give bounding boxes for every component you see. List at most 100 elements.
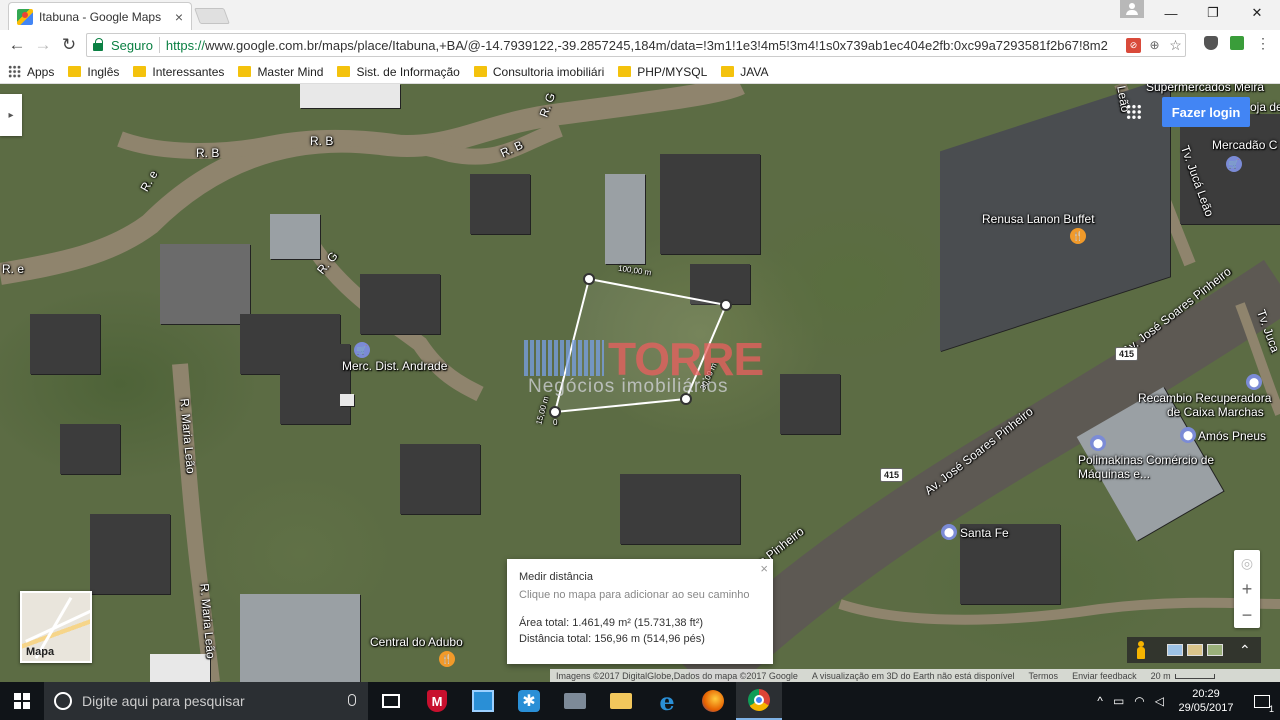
poi-label[interactable]: Amós Pneus <box>1198 429 1266 443</box>
scale[interactable]: 20 m <box>1151 671 1215 681</box>
poi-label[interactable]: oja de <box>1250 100 1280 114</box>
satellite-map[interactable]: 100,00 m 30,00 m 15,00 m 0 TORRE Negócio… <box>0 84 1280 682</box>
zoom-out-button[interactable]: − <box>1234 602 1260 628</box>
location-icon[interactable]: ⊕ <box>1147 38 1162 53</box>
start-button[interactable] <box>0 682 44 720</box>
menu-kebab-icon[interactable]: ⋮ <box>1256 36 1270 50</box>
internet-explorer-icon[interactable]: e <box>644 682 690 720</box>
poi-label[interactable]: Polimakinas Comércio de <box>1078 453 1214 467</box>
browser-tab[interactable]: Itabuna - Google Maps × <box>8 2 192 30</box>
folder-icon <box>133 66 147 77</box>
shop-bag-icon[interactable]: ⬤ <box>1090 435 1106 451</box>
poi-label[interactable]: Máquinas e... <box>1078 467 1150 481</box>
poi-label[interactable]: de Caixa Marchas <box>1167 405 1264 419</box>
app-calculator-icon[interactable] <box>460 682 506 720</box>
bookmark-folder[interactable]: Master Mind <box>238 65 323 79</box>
file-explorer-icon[interactable] <box>598 682 644 720</box>
clock-time: 20:29 <box>1192 688 1220 700</box>
highway-shield: 415 <box>1115 347 1139 361</box>
bookmark-folder[interactable]: PHP/MYSQL <box>618 65 707 79</box>
tab-close-icon[interactable]: × <box>175 9 183 25</box>
map-controls: ◎ + − <box>1234 550 1260 628</box>
bookmark-apps[interactable]: Apps <box>8 65 54 79</box>
poi-label[interactable]: Merc. Dist. Andrade <box>342 359 447 373</box>
taskbar-search[interactable]: Digite aqui para pesquisar <box>44 682 368 720</box>
feedback-link[interactable]: Enviar feedback <box>1072 671 1137 681</box>
clock-date: 29/05/2017 <box>1178 702 1234 714</box>
bookmark-star-icon[interactable]: ☆ <box>1168 37 1183 53</box>
popup-close-icon[interactable]: × <box>760 561 768 576</box>
microphone-icon[interactable] <box>348 694 356 706</box>
poi-label[interactable]: Renusa Lanon Buffet <box>982 212 1095 226</box>
network-drive-icon[interactable] <box>552 682 598 720</box>
bookmark-folder[interactable]: Interessantes <box>133 65 224 79</box>
blocked-popup-icon[interactable]: ⊘ <box>1126 37 1141 53</box>
mcafee-icon[interactable]: M <box>414 682 460 720</box>
notifications-icon[interactable]: 1 <box>1244 682 1280 720</box>
back-arrow-icon[interactable]: ← <box>4 32 30 58</box>
poi-label[interactable]: Mercadão C <box>1212 138 1277 152</box>
measure-point <box>720 299 732 311</box>
restaurant-icon[interactable]: 🍴 <box>1070 228 1086 244</box>
volume-icon[interactable]: ◁ <box>1155 694 1164 708</box>
measure-point <box>583 273 595 285</box>
shopping-cart-icon[interactable]: 🛒 <box>354 342 370 358</box>
maximize-button[interactable]: ❐ <box>1192 0 1234 26</box>
omnibox-icons: ⊘ ⊕ ☆ <box>1122 36 1183 54</box>
expand-chevron-icon[interactable]: ⌃ <box>1239 642 1251 659</box>
poi-label[interactable]: Central do Adubo <box>370 635 463 649</box>
shield-extension-icon[interactable] <box>1204 36 1218 50</box>
user-profile-icon[interactable] <box>1120 0 1144 18</box>
clock[interactable]: 20:29 29/05/2017 <box>1168 687 1244 715</box>
login-button[interactable]: Fazer login <box>1162 97 1250 127</box>
url-text[interactable]: https://www.google.com.br/maps/place/Ita… <box>166 38 1108 53</box>
poi-label[interactable]: Recambio Recuperadora <box>1138 391 1271 405</box>
imagery-thumb[interactable] <box>1167 644 1183 656</box>
compass-icon[interactable]: ◎ <box>1234 550 1260 576</box>
minimap-road <box>25 606 90 643</box>
imagery-thumb[interactable] <box>1187 644 1203 656</box>
system-tray: ^ ▭ ◠ ◁ 20:29 29/05/2017 1 <box>1097 682 1280 720</box>
task-view-icon[interactable] <box>368 682 414 720</box>
chevron-up-icon[interactable]: ^ <box>1097 694 1103 708</box>
total-distance: Distância total: 156,96 m (514,96 pés) <box>519 633 705 645</box>
shop-bag-icon[interactable]: ⬤ <box>941 524 957 540</box>
reload-icon[interactable]: ↻ <box>56 32 82 58</box>
close-window-button[interactable]: ✕ <box>1236 0 1278 26</box>
new-tab-button[interactable] <box>194 8 230 24</box>
chrome-icon[interactable] <box>736 682 782 720</box>
shop-bag-icon[interactable]: ⬤ <box>1180 427 1196 443</box>
measure-label-zero: 0 <box>553 418 558 427</box>
imagery-thumb[interactable] <box>1207 644 1223 656</box>
zoom-in-button[interactable]: + <box>1234 576 1260 602</box>
wifi-icon[interactable]: ◠ <box>1134 694 1144 708</box>
battery-icon[interactable]: ▭ <box>1113 694 1124 708</box>
address-bar[interactable]: Seguro https://www.google.com.br/maps/pl… <box>86 33 1186 57</box>
measured-area <box>553 277 728 414</box>
windows-taskbar: Digite aqui para pesquisar M ✱ e ^ ▭ ◠ ◁… <box>0 682 1280 720</box>
google-apps-icon[interactable] <box>1126 104 1142 120</box>
green-extension-icon[interactable] <box>1230 36 1244 50</box>
folder-icon <box>618 66 632 77</box>
forward-arrow-icon[interactable]: → <box>30 32 56 58</box>
map-type-toggle[interactable]: Mapa <box>20 591 92 663</box>
poi-label[interactable]: Santa Fe <box>960 526 1009 540</box>
minimap-label: Mapa <box>26 646 55 658</box>
measure-point <box>680 393 692 405</box>
gear-icon[interactable]: ✱ <box>506 682 552 720</box>
restaurant-icon[interactable]: 🍴 <box>439 651 455 667</box>
scale-bar <box>1174 673 1215 679</box>
shopping-cart-icon[interactable]: 🛒 <box>1226 156 1242 172</box>
pegman-icon[interactable] <box>1135 641 1147 659</box>
minimize-button[interactable]: — <box>1150 0 1192 26</box>
poi-label[interactable]: Supermercados Meira <box>1146 84 1264 94</box>
bookmark-folder[interactable]: Sist. de Informação <box>337 65 460 79</box>
imagery-credit: Imagens ©2017 DigitalGlobe,Dados do mapa… <box>556 670 798 681</box>
bookmark-folder[interactable]: JAVA <box>721 65 769 79</box>
bookmark-folder[interactable]: Consultoria imobiliári <box>473 65 604 79</box>
shop-bag-icon[interactable]: ⬤ <box>1246 374 1262 390</box>
terms-link[interactable]: Termos <box>1029 671 1059 681</box>
bookmark-folder[interactable]: Inglês <box>68 65 119 79</box>
side-panel-toggle-icon[interactable]: ▸ <box>0 94 22 136</box>
firefox-icon[interactable] <box>690 682 736 720</box>
